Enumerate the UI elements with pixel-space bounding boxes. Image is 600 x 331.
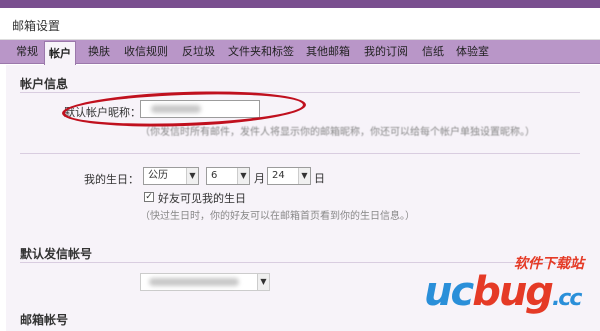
month-unit: 月	[254, 172, 265, 185]
tab-receive-rules[interactable]: 收信规则	[120, 40, 172, 64]
birth-month-value: 6	[211, 170, 218, 181]
watermark-bug: bug	[472, 269, 554, 315]
tab-folders-labels[interactable]: 文件夹和标签	[224, 40, 298, 64]
default-sender-select[interactable]: ▼	[140, 273, 270, 291]
tab-stationery[interactable]: 信纸	[418, 40, 448, 64]
birthday-hint: （快过生日时，你的好友可以在邮箱首页看到你的生日信息。）	[140, 211, 415, 222]
top-accent-bar	[0, 0, 600, 8]
tab-account[interactable]: 帐户	[44, 41, 76, 65]
chevron-down-icon: ▼	[298, 168, 310, 184]
chevron-down-icon: ▼	[237, 168, 249, 184]
tab-skin[interactable]: 换肤	[84, 40, 114, 64]
birth-month-select[interactable]: 6 ▼	[206, 167, 250, 185]
watermark-logo: 软件下载站 ucbug.cc	[424, 253, 594, 327]
calendar-type-value: 公历	[148, 170, 168, 181]
blurred-email	[149, 278, 239, 286]
chevron-down-icon: ▼	[186, 168, 198, 184]
tab-anti-spam[interactable]: 反垃圾	[178, 40, 219, 64]
mailbox-account-heading: 邮箱帐号	[20, 313, 69, 327]
day-unit: 日	[314, 172, 325, 185]
section-divider	[20, 153, 580, 154]
birthday-visible-label: 好友可见我的生日	[158, 192, 246, 205]
default-sender-heading: 默认发信帐号	[20, 247, 93, 261]
calendar-type-select[interactable]: 公历 ▼	[143, 167, 199, 185]
watermark-logo-mark: ucbug.cc	[424, 269, 582, 315]
watermark-cc: .cc	[551, 286, 582, 311]
tab-subscriptions[interactable]: 我的订阅	[360, 40, 412, 64]
birthday-visible-checkbox[interactable]: ✓	[144, 192, 154, 202]
page-title: 邮箱设置	[12, 19, 61, 33]
account-info-heading: 帐户信息	[20, 77, 69, 91]
birth-day-select[interactable]: 24 ▼	[267, 167, 311, 185]
chevron-down-icon: ▼	[257, 274, 269, 290]
tab-general[interactable]: 常规	[12, 40, 42, 64]
tab-other-mailboxes[interactable]: 其他邮箱	[302, 40, 354, 64]
tab-lab[interactable]: 体验室	[452, 40, 493, 64]
settings-tab-bar: 常规 帐户 换肤 收信规则 反垃圾 文件夹和标签 其他邮箱 我的订阅 信纸 体验…	[0, 40, 600, 65]
birthday-label: 我的生日：	[84, 173, 139, 186]
page-header: 邮箱设置	[0, 8, 600, 40]
section-divider	[20, 92, 580, 93]
watermark-uc: uc	[424, 269, 474, 315]
birth-day-value: 24	[272, 170, 285, 181]
